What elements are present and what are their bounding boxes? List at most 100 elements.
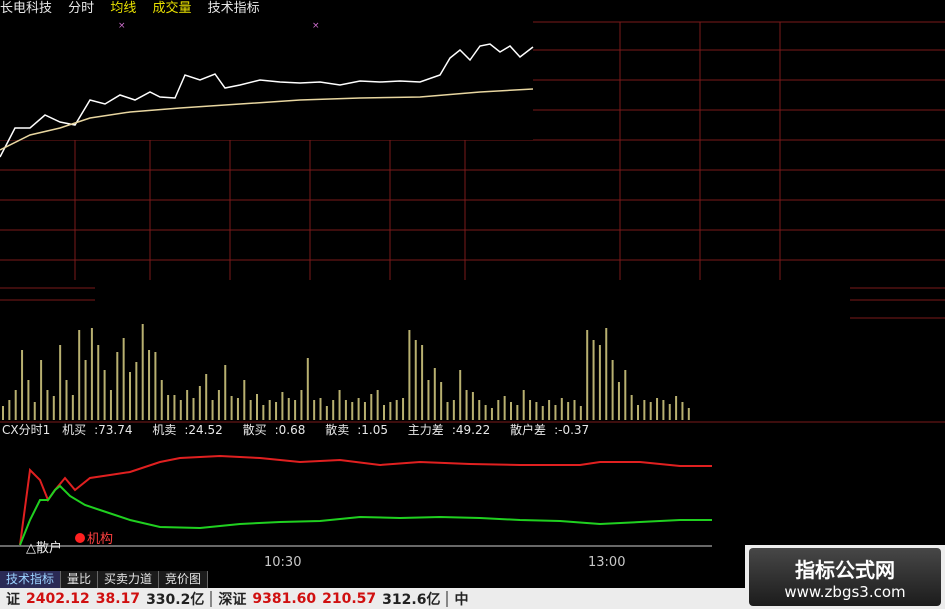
volume-bar <box>529 400 532 420</box>
volume-bar <box>471 392 474 420</box>
time-label-1300: 13:00 <box>588 555 626 570</box>
volume-bar <box>103 370 106 420</box>
volume-bar <box>109 390 112 420</box>
volume-bar <box>363 402 366 420</box>
volume-bar <box>598 345 601 420</box>
tab-auction-chart[interactable]: 竞价图 <box>159 571 209 588</box>
volume-bar <box>687 408 690 420</box>
volume-bar <box>579 406 582 420</box>
readout-label: 主力差 <box>407 423 444 437</box>
volume-bar <box>325 406 328 420</box>
volume-bar <box>14 390 17 420</box>
volume-bar <box>135 362 138 420</box>
volume-bar <box>497 400 500 420</box>
volume-bar <box>452 400 455 420</box>
watermark-url: www.zbgs3.com <box>784 583 906 601</box>
sz-index-name: 深证 <box>218 591 247 608</box>
volume-bar <box>249 400 252 420</box>
sh-index-value: 2402.12 <box>26 590 90 607</box>
volume-bar <box>535 402 538 420</box>
volume-bar <box>167 395 170 420</box>
readout-main-diff: 主力差:49.22 <box>407 423 491 437</box>
volume-bar <box>268 400 271 420</box>
tab-volume[interactable]: 成交量 <box>152 1 191 16</box>
status-divider <box>210 590 213 607</box>
watermark-badge: 指标公式网 www.zbgs3.com <box>749 548 941 606</box>
volume-bar <box>681 402 684 420</box>
volume-bar <box>46 390 49 420</box>
volume-bar <box>90 328 93 420</box>
volume-bar <box>649 402 652 420</box>
volume-bar <box>465 390 468 420</box>
session-marker: × <box>312 21 320 31</box>
volume-bar <box>198 386 201 420</box>
tab-volume-ratio[interactable]: 量比 <box>61 571 99 588</box>
volume-bar <box>389 402 392 420</box>
volume-bar <box>427 380 430 420</box>
tab-fenshi[interactable]: 分时 <box>68 1 94 16</box>
volume-bar <box>459 370 462 420</box>
volume-bar <box>319 398 322 420</box>
readout-value: 0.68 <box>278 423 306 437</box>
volume-bar <box>116 352 119 420</box>
volume-bar <box>192 398 195 420</box>
volume-bar <box>414 340 417 420</box>
session-marker: × <box>118 21 126 31</box>
readout-retail-sell: 散卖:1.05 <box>325 423 388 437</box>
readout-value: 73.74 <box>98 423 133 437</box>
volume-bar <box>230 396 233 420</box>
volume-bar <box>122 338 125 420</box>
status-divider <box>446 590 449 607</box>
volume-bar <box>294 400 297 420</box>
volume-bar <box>446 402 449 420</box>
watermark-title: 指标公式网 <box>795 558 895 582</box>
volume-bar <box>351 402 354 420</box>
intraday-chart-canvas: × × <box>0 18 945 547</box>
volume-bar <box>357 398 360 420</box>
sh-index-name: 证 <box>6 591 20 608</box>
volume-bar <box>554 405 557 420</box>
volume-bar <box>52 396 55 420</box>
volume-bar <box>8 400 11 420</box>
sh-index-amount: 330.2亿 <box>146 591 205 608</box>
volume-bar <box>548 400 551 420</box>
volume-bar <box>433 368 436 420</box>
volume-bar <box>567 402 570 420</box>
readout-value: 1.05 <box>361 423 388 437</box>
volume-bar <box>256 394 258 420</box>
volume-bar <box>243 380 246 420</box>
readout-value: 24.52 <box>188 423 223 437</box>
volume-panel <box>2 324 690 420</box>
tab-buy-sell-force[interactable]: 买卖力道 <box>98 571 160 588</box>
volume-bar <box>376 390 379 420</box>
readout-label: 散买 <box>242 423 267 437</box>
volume-bar <box>141 324 144 420</box>
volume-bar <box>236 398 239 420</box>
volume-bar <box>668 404 671 420</box>
volume-bar <box>300 390 303 420</box>
volume-bar <box>224 365 227 420</box>
readout-label: 散户差 <box>510 423 547 437</box>
legend-institution-label: 机构 <box>87 532 114 547</box>
volume-bar <box>484 405 487 420</box>
volume-bar <box>21 350 24 420</box>
volume-bar <box>148 350 151 420</box>
volume-bar <box>611 360 614 420</box>
tab-tech-indicator[interactable]: 技术指标 <box>0 571 62 588</box>
institution-line <box>19 454 712 546</box>
volume-bar <box>675 396 678 420</box>
tab-technical-indicator[interactable]: 技术指标 <box>208 1 260 16</box>
volume-bar <box>205 374 208 420</box>
volume-bar <box>160 380 163 420</box>
volume-bar <box>344 400 347 420</box>
sz-index-amount: 312.6亿 <box>382 591 441 608</box>
institution-dot-icon <box>75 533 85 543</box>
volume-bar <box>217 390 220 420</box>
readout-value: 49.22 <box>455 423 491 437</box>
readout-label: 机买 <box>62 423 87 437</box>
volume-bar <box>624 370 627 420</box>
volume-bar <box>338 390 341 420</box>
volume-bar <box>97 345 100 420</box>
tab-average-line[interactable]: 均线 <box>110 1 136 16</box>
legend-institution: 机构 <box>75 528 113 547</box>
